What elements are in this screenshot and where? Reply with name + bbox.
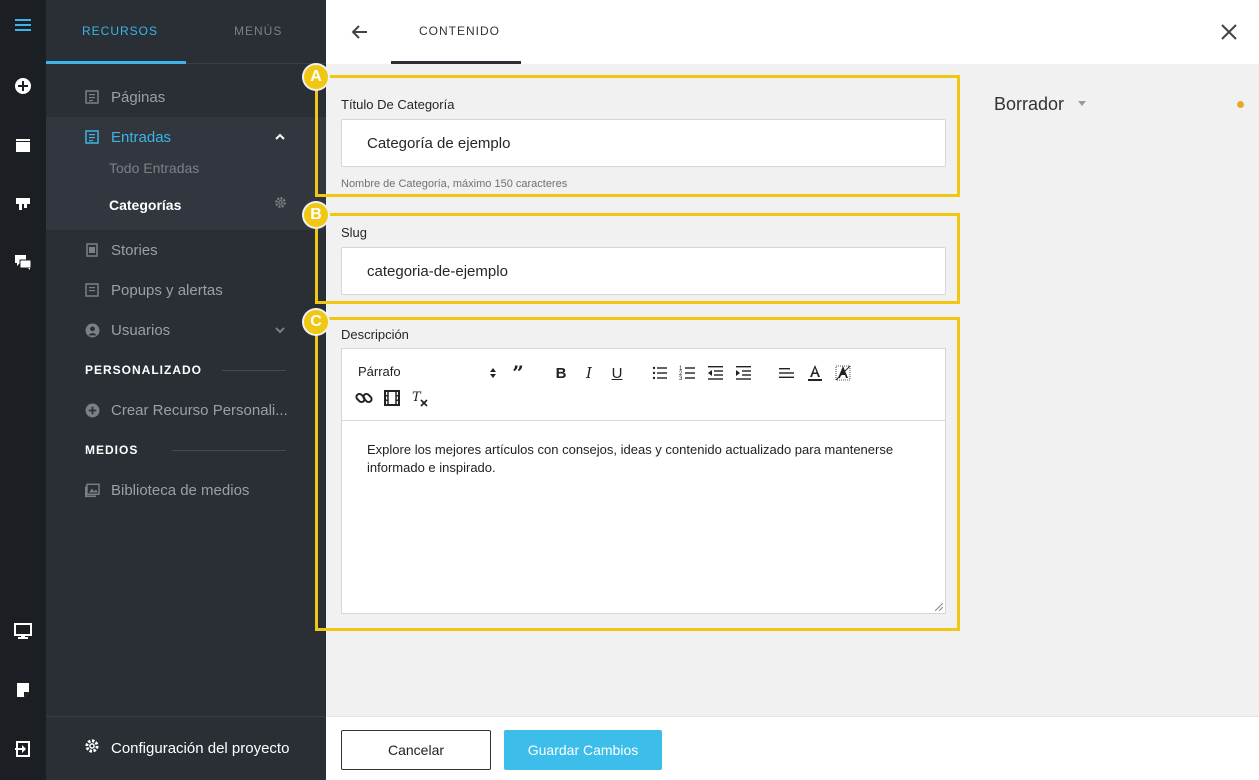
user-icon xyxy=(84,322,100,338)
page-icon xyxy=(84,89,100,105)
select-arrows-icon[interactable] xyxy=(489,367,497,379)
popup-icon xyxy=(84,282,100,298)
sidebar-subitem-categorias[interactable]: Categorías xyxy=(109,197,181,213)
svg-text:T: T xyxy=(412,390,422,405)
divider xyxy=(222,370,286,371)
top-bar: CONTENIDO xyxy=(326,0,1259,64)
title-label: Título De Categoría xyxy=(341,97,455,112)
sidebar-item-biblioteca[interactable]: Biblioteca de medios xyxy=(46,470,326,510)
sidebar-item-label: Crear Recurso Personali... xyxy=(111,401,288,419)
divider xyxy=(172,450,286,451)
align-left-icon[interactable] xyxy=(777,363,797,383)
tab-menus[interactable]: MENÚS xyxy=(234,24,282,38)
save-button[interactable]: Guardar Cambios xyxy=(504,730,662,770)
editor-content[interactable]: Explore los mejores artículos con consej… xyxy=(367,441,907,477)
entries-icon xyxy=(84,129,100,145)
slug-label: Slug xyxy=(341,225,368,240)
rich-text-editor: Párrafo ” B I U 123 T Explore los mejore… xyxy=(341,348,946,614)
sidebar-item-label: Popups y alertas xyxy=(111,281,223,299)
status-dot xyxy=(1237,101,1244,108)
link-icon[interactable] xyxy=(354,388,374,408)
numbered-list-icon[interactable]: 123 xyxy=(678,363,698,383)
sidebar-item-label: Stories xyxy=(111,241,158,259)
slug-input[interactable]: categoria-de-ejemplo xyxy=(341,247,946,295)
sidebar-item-label: Páginas xyxy=(111,88,166,106)
svg-text:3: 3 xyxy=(679,376,683,382)
add-circle-icon xyxy=(84,402,100,418)
sidebar-item-paginas[interactable]: Páginas xyxy=(46,77,326,117)
stories-icon xyxy=(84,242,100,258)
sidebar-item-entradas[interactable]: Entradas xyxy=(46,117,326,157)
tab-active-indicator xyxy=(391,61,521,64)
cancel-button[interactable]: Cancelar xyxy=(341,730,491,770)
chat-icon[interactable] xyxy=(11,250,35,274)
blockquote-icon[interactable]: ” xyxy=(508,361,528,385)
project-config[interactable]: Configuración del proyecto xyxy=(46,716,326,780)
outdent-icon[interactable] xyxy=(706,363,726,383)
description-label: Descripción xyxy=(341,327,409,342)
close-icon[interactable] xyxy=(1217,20,1241,44)
text-color-icon[interactable] xyxy=(805,363,825,383)
caret-down-icon[interactable] xyxy=(1078,101,1086,106)
tab-active-indicator xyxy=(46,61,186,64)
sidebar-item-crear-recurso[interactable]: Crear Recurso Personali... xyxy=(46,390,326,430)
footer-bar: Cancelar Guardar Cambios xyxy=(326,716,1259,780)
back-arrow-icon[interactable] xyxy=(348,20,372,44)
video-icon[interactable] xyxy=(382,388,402,408)
resize-handle-icon[interactable] xyxy=(935,603,943,611)
italic-icon[interactable]: I xyxy=(579,363,599,383)
tab-label: CONTENIDO xyxy=(419,24,500,38)
marker-a: A xyxy=(304,65,328,89)
gear-icon xyxy=(84,738,100,759)
marker-b: B xyxy=(304,203,328,227)
logout-icon[interactable] xyxy=(11,737,35,761)
gear-icon[interactable] xyxy=(274,196,287,209)
title-help-text: Nombre de Categoría, máximo 150 caracter… xyxy=(341,178,568,190)
chevron-down-icon[interactable] xyxy=(274,324,286,336)
image-library-icon xyxy=(84,482,100,498)
background-color-icon[interactable] xyxy=(833,363,853,383)
title-input[interactable]: Categoría de ejemplo xyxy=(341,119,946,167)
icon-rail xyxy=(0,0,46,780)
format-select[interactable]: Párrafo xyxy=(358,364,401,379)
tab-recursos[interactable]: RECURSOS xyxy=(82,24,158,38)
window-icon[interactable] xyxy=(11,133,35,157)
status-select[interactable]: Borrador xyxy=(994,94,1064,115)
sidebar-item-label: Usuarios xyxy=(111,321,171,339)
note-icon[interactable] xyxy=(11,678,35,702)
sidebar-item-label: Biblioteca de medios xyxy=(111,481,250,499)
add-circle-icon[interactable] xyxy=(11,74,35,98)
tab-contenido[interactable]: CONTENIDO xyxy=(391,0,521,64)
bullet-list-icon[interactable] xyxy=(650,363,670,383)
marker-c: C xyxy=(304,310,328,334)
sidebar-item-usuarios[interactable]: Usuarios xyxy=(46,310,326,350)
section-title-personalizado: PERSONALIZADO xyxy=(85,363,203,377)
editor-toolbar: Párrafo ” B I U 123 T xyxy=(342,349,945,421)
sidebar-item-label: Entradas xyxy=(111,128,172,146)
bold-icon[interactable]: B xyxy=(551,363,571,383)
sidebar-item-stories[interactable]: Stories xyxy=(46,230,326,270)
monitor-icon[interactable] xyxy=(11,619,35,643)
sidebar: RECURSOS MENÚS Páginas Entradas Todo Ent… xyxy=(46,0,326,780)
indent-icon[interactable] xyxy=(734,363,754,383)
underline-icon[interactable]: U xyxy=(607,363,627,383)
puzzle-icon[interactable] xyxy=(11,192,35,216)
project-config-label: Configuración del proyecto xyxy=(111,740,290,757)
sidebar-item-popups[interactable]: Popups y alertas xyxy=(46,270,326,310)
clear-format-icon[interactable]: T xyxy=(410,388,430,408)
sidebar-subitem-todo-entradas[interactable]: Todo Entradas xyxy=(109,160,199,176)
section-title-medios: MEDIOS xyxy=(85,443,139,457)
menu-icon[interactable] xyxy=(11,13,35,37)
chevron-up-icon[interactable] xyxy=(274,131,286,143)
sidebar-tabs: RECURSOS MENÚS xyxy=(46,0,326,64)
